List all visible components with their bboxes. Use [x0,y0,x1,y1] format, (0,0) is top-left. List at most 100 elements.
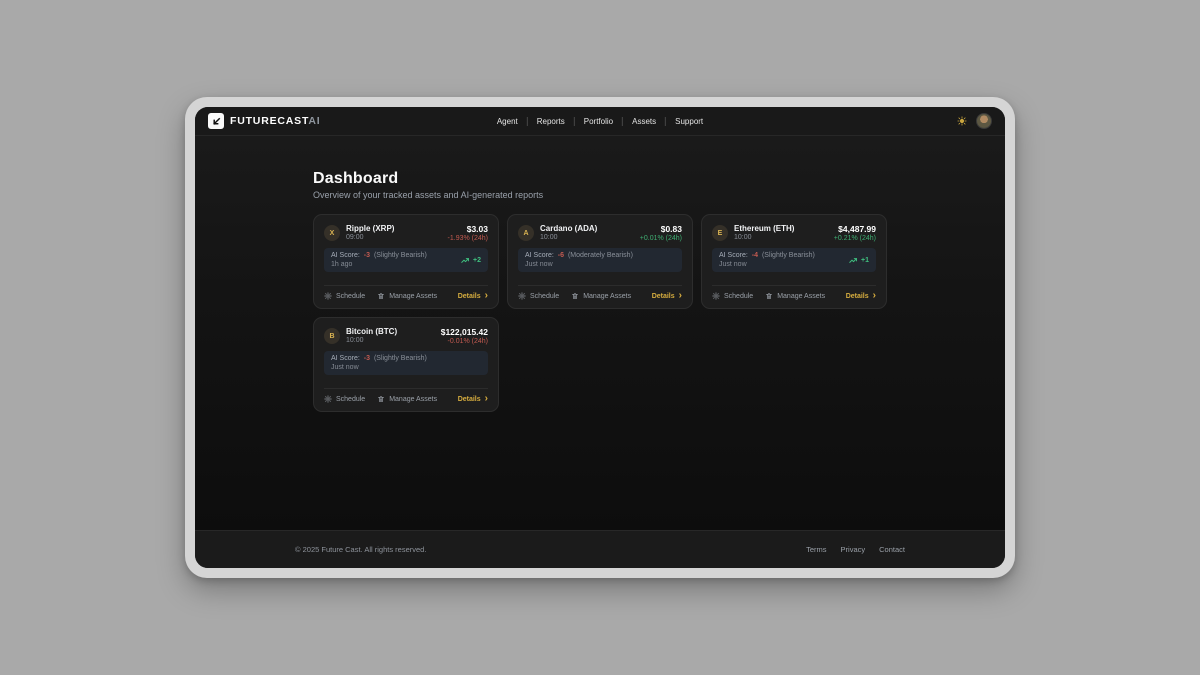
footer-links: Terms Privacy Contact [806,545,905,554]
schedule-label: Schedule [336,396,365,403]
card-footer: Schedule Manage Assets [324,285,488,300]
ai-score-label: AI Score: [719,252,748,259]
manage-assets-label: Manage Assets [777,293,825,300]
manage-assets-button[interactable]: Manage Assets [377,292,437,300]
footer-link-terms[interactable]: Terms [806,545,826,554]
brand-logo-icon [208,113,224,129]
schedule-button[interactable]: Schedule [712,292,753,300]
ai-score-panel: AI Score: -3 (Slightly Bearish) 1h ago [324,248,488,272]
ai-updated: 1h ago [331,261,427,268]
footer-link-privacy[interactable]: Privacy [841,545,866,554]
ai-score-label: AI Score: [331,252,360,259]
theme-toggle-sun-icon[interactable] [957,116,967,126]
nav-item-support[interactable]: Support [666,117,712,126]
brand-name-suffix: AI [308,115,320,127]
card-footer: Schedule Manage Assets [518,285,682,300]
gear-icon [324,395,332,403]
details-label: Details [458,396,481,403]
ai-sentiment: (Slightly Bearish) [374,355,427,362]
details-button[interactable]: Details › [458,293,488,300]
ai-sentiment: (Slightly Bearish) [374,252,427,259]
ai-score-value: -6 [558,252,564,259]
asset-card-ethereum: E Ethereum (ETH) 10:00 $4,487.99 +0.21% … [701,214,887,309]
main-content: Dashboard Overview of your tracked asset… [195,136,1005,530]
coin-badge: X [324,225,340,241]
card-header: E Ethereum (ETH) 10:00 $4,487.99 +0.21% … [712,224,876,242]
ai-score-label: AI Score: [331,355,360,362]
asset-name: Bitcoin (BTC) [346,327,435,336]
ai-sentiment: (Moderately Bearish) [568,252,633,259]
card-header: A Cardano (ADA) 10:00 $0.83 +0.01% (24h) [518,224,682,242]
nav-item-portfolio[interactable]: Portfolio [575,117,623,126]
chevron-right-icon: › [485,293,488,299]
ai-score-panel: AI Score: -4 (Slightly Bearish) Just now [712,248,876,272]
asset-change: +0.01% (24h) [640,235,682,242]
nav-item-reports[interactable]: Reports [528,117,575,126]
page-subtitle: Overview of your tracked assets and AI-g… [313,190,887,200]
coin-badge: A [518,225,534,241]
asset-price: $4,487.99 [834,224,876,234]
trend-indicator: +2 [461,256,481,265]
brand-name: FUTURECASTAI [230,115,321,127]
ai-score-value: -3 [364,252,370,259]
nav-item-assets[interactable]: Assets [623,117,666,126]
trending-up-icon [461,256,470,265]
main-nav: Agent Reports Portfolio Assets Support [488,117,712,126]
trash-icon [377,292,385,300]
card-header: B Bitcoin (BTC) 10:00 $122,015.42 -0.01%… [324,327,488,345]
asset-card-bitcoin: B Bitcoin (BTC) 10:00 $122,015.42 -0.01%… [313,317,499,412]
details-button[interactable]: Details › [458,396,488,403]
brand-name-primary: FUTURECAST [230,115,308,127]
card-footer: Schedule Manage Assets [712,285,876,300]
nav-item-agent[interactable]: Agent [488,117,528,126]
desktop-background: FUTURECASTAI Agent Reports Portfolio Ass… [0,0,1200,675]
manage-assets-button[interactable]: Manage Assets [571,292,631,300]
ai-updated: Just now [719,261,815,268]
card-header: X Ripple (XRP) 09:00 $3.03 -1.93% (24h) [324,224,488,242]
asset-change: +0.21% (24h) [834,235,876,242]
trash-icon [377,395,385,403]
asset-name: Cardano (ADA) [540,224,634,233]
ai-score-label: AI Score: [525,252,554,259]
manage-assets-button[interactable]: Manage Assets [765,292,825,300]
asset-time: 09:00 [346,234,442,241]
schedule-button[interactable]: Schedule [518,292,559,300]
footer: © 2025 Future Cast. All rights reserved.… [195,530,1005,568]
coin-badge: B [324,328,340,344]
trash-icon [571,292,579,300]
asset-time: 10:00 [734,234,828,241]
ai-updated: Just now [331,364,427,371]
copyright-text: © 2025 Future Cast. All rights reserved. [295,545,426,554]
asset-time: 10:00 [346,337,435,344]
manage-assets-label: Manage Assets [389,396,437,403]
manage-assets-label: Manage Assets [389,293,437,300]
manage-assets-button[interactable]: Manage Assets [377,395,437,403]
asset-price: $122,015.42 [441,327,488,337]
asset-card-ripple: X Ripple (XRP) 09:00 $3.03 -1.93% (24h) [313,214,499,309]
schedule-button[interactable]: Schedule [324,395,365,403]
details-label: Details [652,293,675,300]
coin-badge: E [712,225,728,241]
trend-indicator: +1 [849,256,869,265]
page-title: Dashboard [313,170,887,188]
schedule-button[interactable]: Schedule [324,292,365,300]
ai-score-panel: AI Score: -3 (Slightly Bearish) Just now [324,351,488,375]
trend-value: +2 [473,257,481,264]
app-window: FUTURECASTAI Agent Reports Portfolio Ass… [185,97,1015,578]
chevron-right-icon: › [873,293,876,299]
brand[interactable]: FUTURECASTAI [208,113,321,129]
details-button[interactable]: Details › [846,293,876,300]
trash-icon [765,292,773,300]
trending-up-icon [849,256,858,265]
footer-link-contact[interactable]: Contact [879,545,905,554]
gear-icon [324,292,332,300]
user-avatar[interactable] [976,113,992,129]
schedule-label: Schedule [530,293,559,300]
schedule-label: Schedule [724,293,753,300]
asset-name: Ripple (XRP) [346,224,442,233]
gear-icon [518,292,526,300]
details-label: Details [458,293,481,300]
ai-score-value: -4 [752,252,758,259]
gear-icon [712,292,720,300]
details-button[interactable]: Details › [652,293,682,300]
